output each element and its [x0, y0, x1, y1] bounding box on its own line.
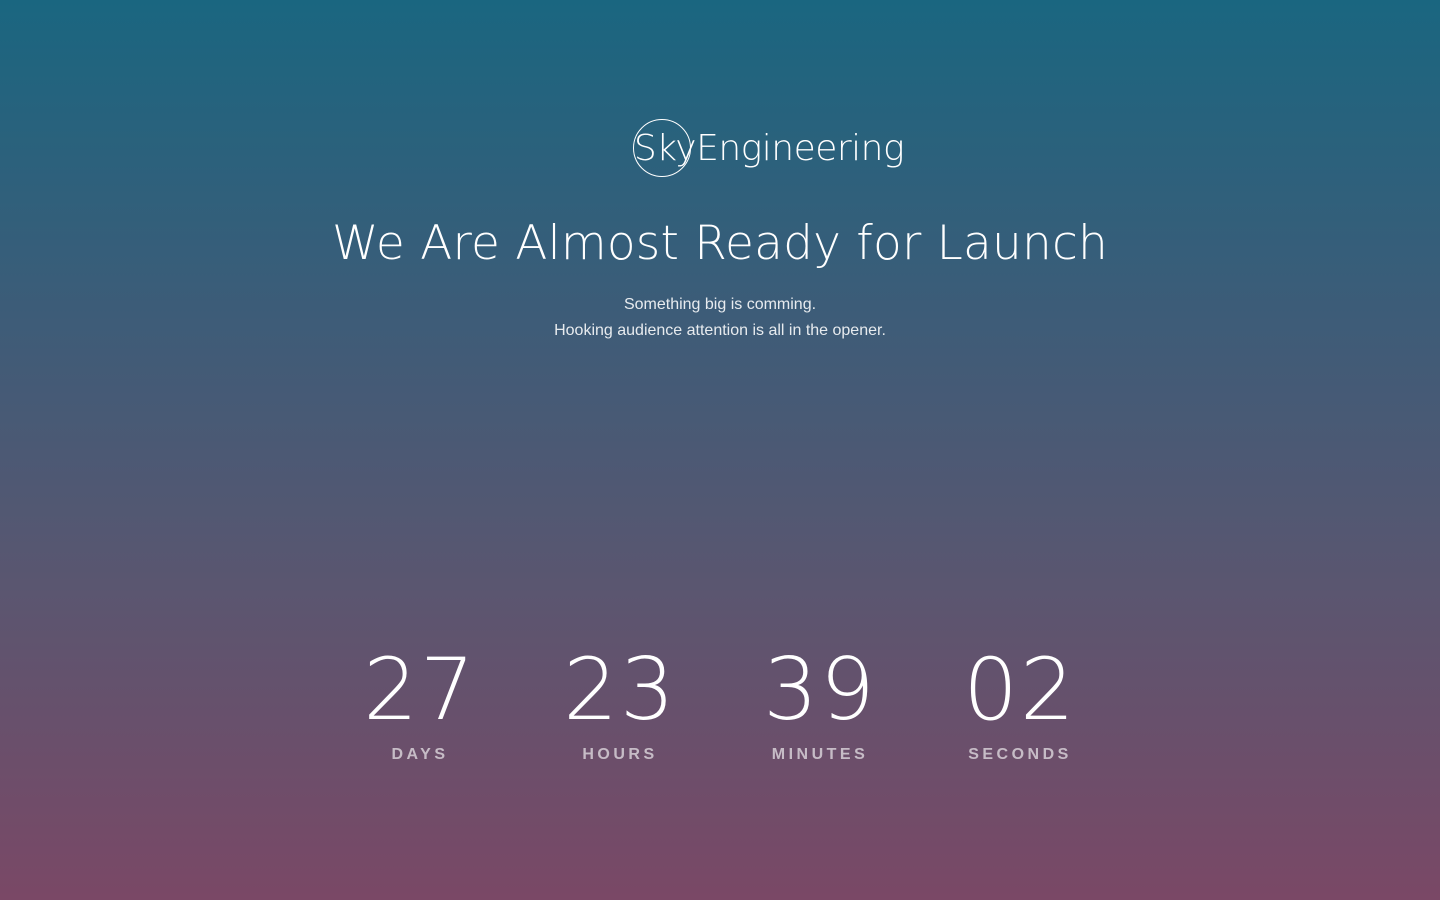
page-subtitle: Something big is comming. Hooking audien…: [0, 292, 1440, 344]
days-value: 27: [363, 640, 477, 740]
subtitle-line-1: Something big is comming.: [623, 296, 817, 313]
countdown-days: 27 DAYS: [320, 640, 520, 764]
hours-label: HOURS: [582, 746, 658, 763]
brand-name: SkyEngineering: [633, 128, 905, 169]
countdown-hours: 23 HOURS: [520, 640, 720, 764]
brand-logo-inner: SkyEngineering: [632, 119, 905, 181]
minutes-value: 39: [763, 640, 877, 740]
countdown-minutes: 39 MINUTES: [720, 640, 920, 764]
minutes-label: MINUTES: [771, 746, 869, 763]
seconds-label: SECONDS: [968, 746, 1072, 763]
countdown-timer: 27 DAYS 23 HOURS 39 MINUTES 02 SECONDS: [320, 640, 1120, 764]
days-label: DAYS: [391, 746, 449, 763]
countdown-seconds: 02 SECONDS: [920, 640, 1120, 764]
brand-logo: SkyEngineering: [0, 119, 1440, 181]
seconds-value: 02: [963, 640, 1077, 740]
page-headline: We Are Almost Ready for Launch: [331, 216, 1109, 271]
hours-value: 23: [563, 640, 677, 740]
subtitle-line-2: Hooking audience attention is all in the…: [554, 322, 886, 339]
